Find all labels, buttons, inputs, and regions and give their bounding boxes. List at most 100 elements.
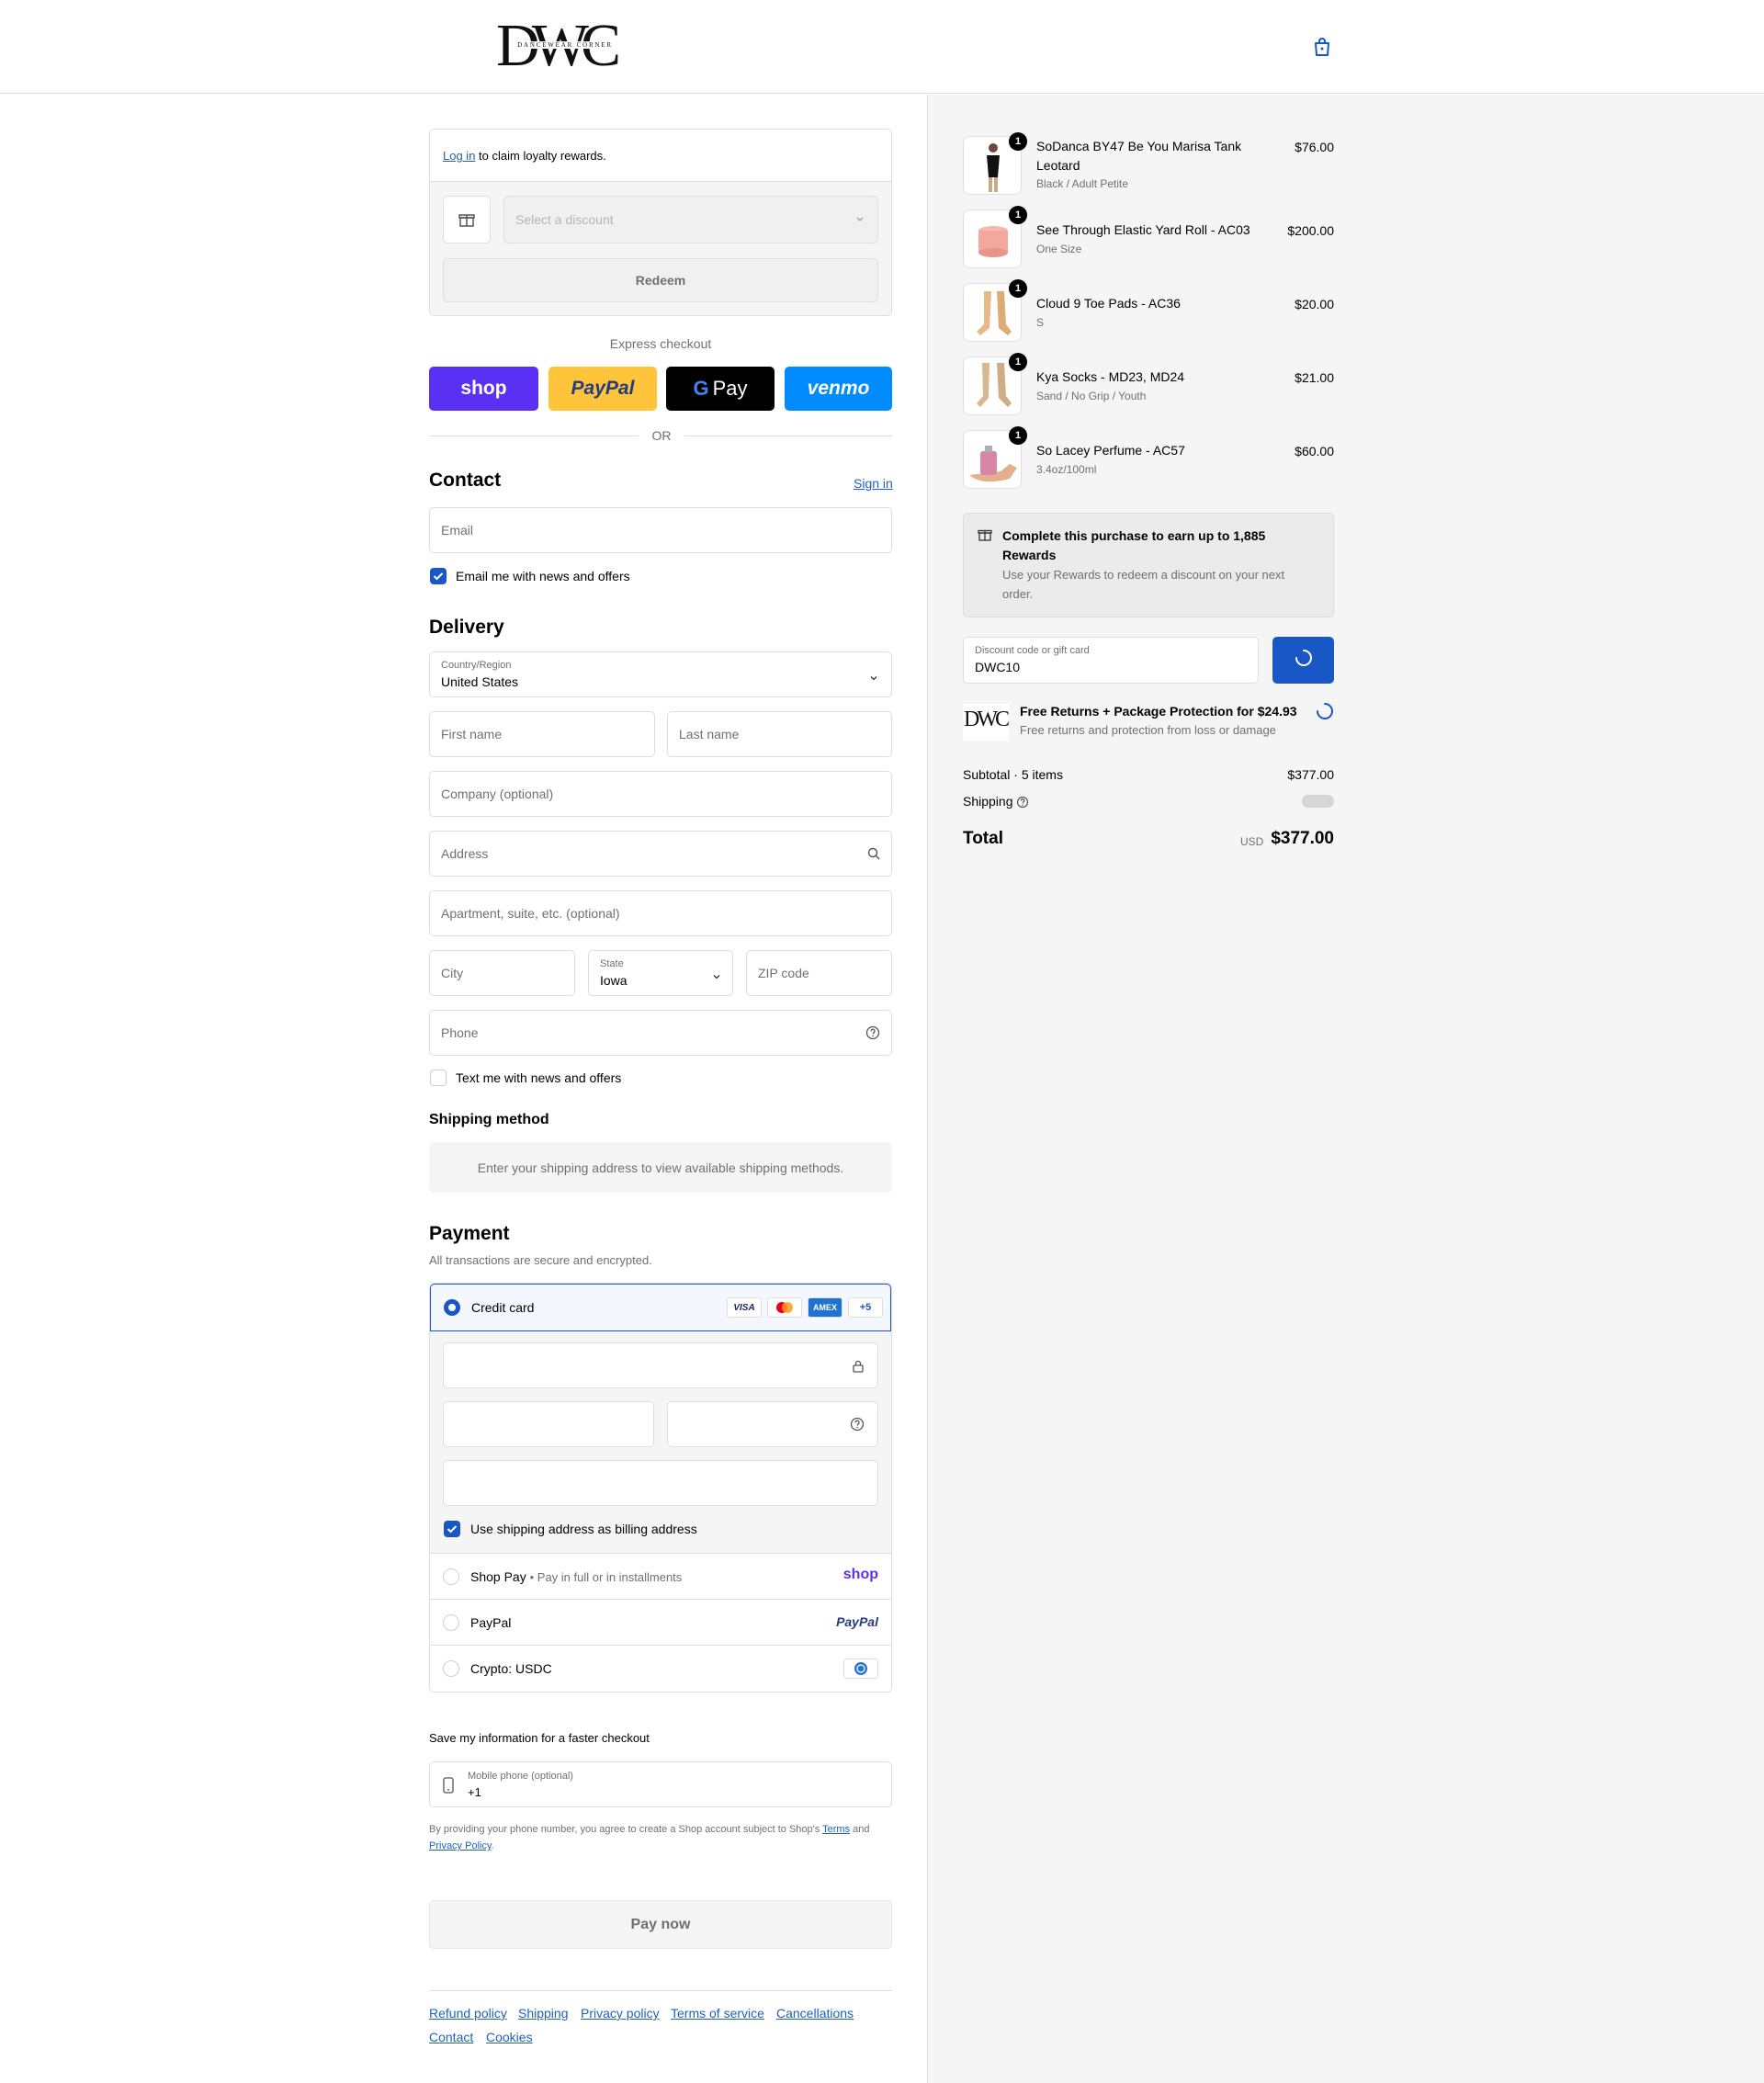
privacy-policy-footer-link[interactable]: Privacy policy: [581, 2006, 660, 2021]
crypto-radio[interactable]: [443, 1660, 459, 1677]
last-name-field[interactable]: Last name: [667, 711, 892, 757]
discount-code-value: DWC10: [975, 660, 1021, 674]
billing-address-checkbox[interactable]: [444, 1521, 460, 1537]
login-suffix: to claim loyalty rewards.: [479, 149, 606, 163]
zip-placeholder: ZIP code: [758, 966, 809, 980]
city-field[interactable]: City: [429, 950, 575, 996]
phone-field[interactable]: Phone: [429, 1010, 892, 1056]
protection-title: Free Returns + Package Protection for $2…: [1020, 704, 1297, 719]
card-number-field[interactable]: [443, 1342, 878, 1388]
email-news-checkbox[interactable]: [430, 568, 447, 584]
discount-code-field[interactable]: Discount code or gift card DWC10: [963, 637, 1259, 684]
shopping-bag-icon[interactable]: [1312, 36, 1332, 58]
logo-subtext: DANCEWEAR CORNER: [514, 41, 616, 49]
address-field[interactable]: Address: [429, 831, 892, 877]
zip-field[interactable]: ZIP code: [746, 950, 892, 996]
terms-link[interactable]: Terms: [822, 1824, 850, 1835]
shipping-method-heading: Shipping method: [429, 1112, 549, 1127]
mobile-phone-label: Mobile phone (optional): [468, 1771, 573, 1782]
country-value: United States: [441, 674, 519, 689]
cookies-link[interactable]: Cookies: [486, 2030, 533, 2044]
apartment-field[interactable]: Apartment, suite, etc. (optional): [429, 890, 892, 936]
mastercard-icon: [767, 1297, 802, 1318]
text-news-checkbox[interactable]: [430, 1070, 447, 1086]
item-name: So Lacey Perfume - AC57: [1036, 443, 1185, 458]
paypal-option[interactable]: PayPal PayPal: [430, 1600, 891, 1646]
quantity-badge: 1: [1009, 132, 1027, 151]
or-divider-label: OR: [651, 428, 672, 443]
item-name: See Through Elastic Yard Roll - AC03: [1036, 222, 1250, 237]
terms-of-service-link[interactable]: Terms of service: [671, 2006, 764, 2021]
shipping-policy-link[interactable]: Shipping: [518, 2006, 569, 2021]
name-on-card-field[interactable]: [443, 1460, 878, 1506]
help-circle-icon[interactable]: [850, 1417, 865, 1436]
rewards-banner: Complete this purchase to earn up to 1,8…: [963, 513, 1334, 617]
loading-spinner-icon[interactable]: [1316, 702, 1334, 725]
paypal-button[interactable]: PayPal: [548, 367, 657, 411]
item-price: $21.00: [1295, 370, 1334, 385]
credit-card-label: Credit card: [471, 1300, 535, 1315]
country-select[interactable]: Country/Region United States: [429, 651, 892, 697]
company-field[interactable]: Company (optional): [429, 771, 892, 817]
mobile-phone-field[interactable]: Mobile phone (optional) +1: [429, 1761, 892, 1807]
security-code-field[interactable]: [667, 1401, 878, 1447]
gift-icon: [443, 196, 491, 243]
expiration-date-field[interactable]: [443, 1401, 654, 1447]
shipping-method-message: Enter your shipping address to view avai…: [429, 1142, 892, 1193]
apartment-placeholder: Apartment, suite, etc. (optional): [441, 906, 620, 921]
login-link[interactable]: Log in: [443, 149, 475, 163]
shop-pay-logo: shop: [460, 378, 507, 399]
google-pay-button[interactable]: G Pay: [666, 367, 775, 411]
apply-discount-button[interactable]: [1272, 637, 1334, 684]
shop-pay-button[interactable]: shop: [429, 367, 538, 411]
refund-policy-link[interactable]: Refund policy: [429, 2006, 507, 2021]
last-name-placeholder: Last name: [679, 727, 740, 742]
discount-select[interactable]: Select a discount: [503, 196, 878, 243]
shipping-loading-placeholder: [1302, 795, 1334, 808]
city-placeholder: City: [441, 966, 464, 980]
payment-subtitle: All transactions are secure and encrypte…: [429, 1253, 652, 1267]
help-circle-icon[interactable]: [1016, 796, 1029, 811]
redeem-button[interactable]: Redeem: [443, 258, 878, 302]
crypto-label: Crypto: USDC: [470, 1661, 552, 1676]
total-value: $377.00: [1271, 829, 1334, 848]
venmo-button[interactable]: venmo: [785, 367, 892, 411]
state-value: Iowa: [600, 973, 628, 988]
help-circle-icon[interactable]: [865, 1025, 880, 1043]
rewards-subtitle: Use your Rewards to redeem a discount on…: [1002, 568, 1285, 601]
first-name-field[interactable]: First name: [429, 711, 655, 757]
mobile-phone-value: +1: [468, 1785, 481, 1799]
delivery-heading: Delivery: [429, 617, 504, 638]
sign-in-link[interactable]: Sign in: [854, 476, 893, 491]
pay-now-button[interactable]: Pay now: [429, 1900, 892, 1949]
shop-pay-option[interactable]: Shop Pay • Pay in full or in installment…: [430, 1554, 891, 1600]
protection-subtitle: Free returns and protection from loss or…: [1020, 723, 1276, 737]
text-news-label: Text me with news and offers: [456, 1070, 622, 1085]
rewards-title: Complete this purchase to earn up to 1,8…: [1002, 528, 1266, 562]
email-placeholder: Email: [441, 523, 474, 538]
item-price: $20.00: [1295, 297, 1334, 311]
shop-pay-radio[interactable]: [443, 1568, 459, 1585]
subtotal-label: Subtotal · 5 items: [963, 767, 1063, 782]
store-logo[interactable]: DWC DANCEWEAR CORNER: [496, 15, 621, 77]
billing-address-label: Use shipping address as billing address: [470, 1522, 697, 1536]
discount-select-placeholder: Select a discount: [515, 212, 614, 227]
paypal-radio[interactable]: [443, 1614, 459, 1631]
cancellations-link[interactable]: Cancellations: [776, 2006, 854, 2021]
email-field[interactable]: Email: [429, 507, 892, 553]
item-price: $200.00: [1287, 223, 1334, 238]
credit-card-option[interactable]: Credit card VISA AMEX +5: [430, 1284, 891, 1331]
shipping-label: Shipping: [963, 794, 1029, 809]
chevron-down-icon: [869, 671, 878, 687]
phone-placeholder: Phone: [441, 1025, 479, 1040]
privacy-policy-link[interactable]: Privacy Policy: [429, 1840, 492, 1851]
quantity-badge: 1: [1009, 426, 1027, 445]
state-select[interactable]: State Iowa: [588, 950, 733, 996]
contact-link[interactable]: Contact: [429, 2030, 473, 2044]
credit-card-radio[interactable]: [444, 1299, 460, 1316]
item-name: Cloud 9 Toe Pads - AC36: [1036, 296, 1181, 311]
paypal-label: PayPal: [470, 1615, 512, 1630]
crypto-option[interactable]: Crypto: USDC: [430, 1646, 891, 1692]
chevron-down-icon: [855, 211, 865, 228]
google-pay-label: Pay: [712, 377, 748, 400]
